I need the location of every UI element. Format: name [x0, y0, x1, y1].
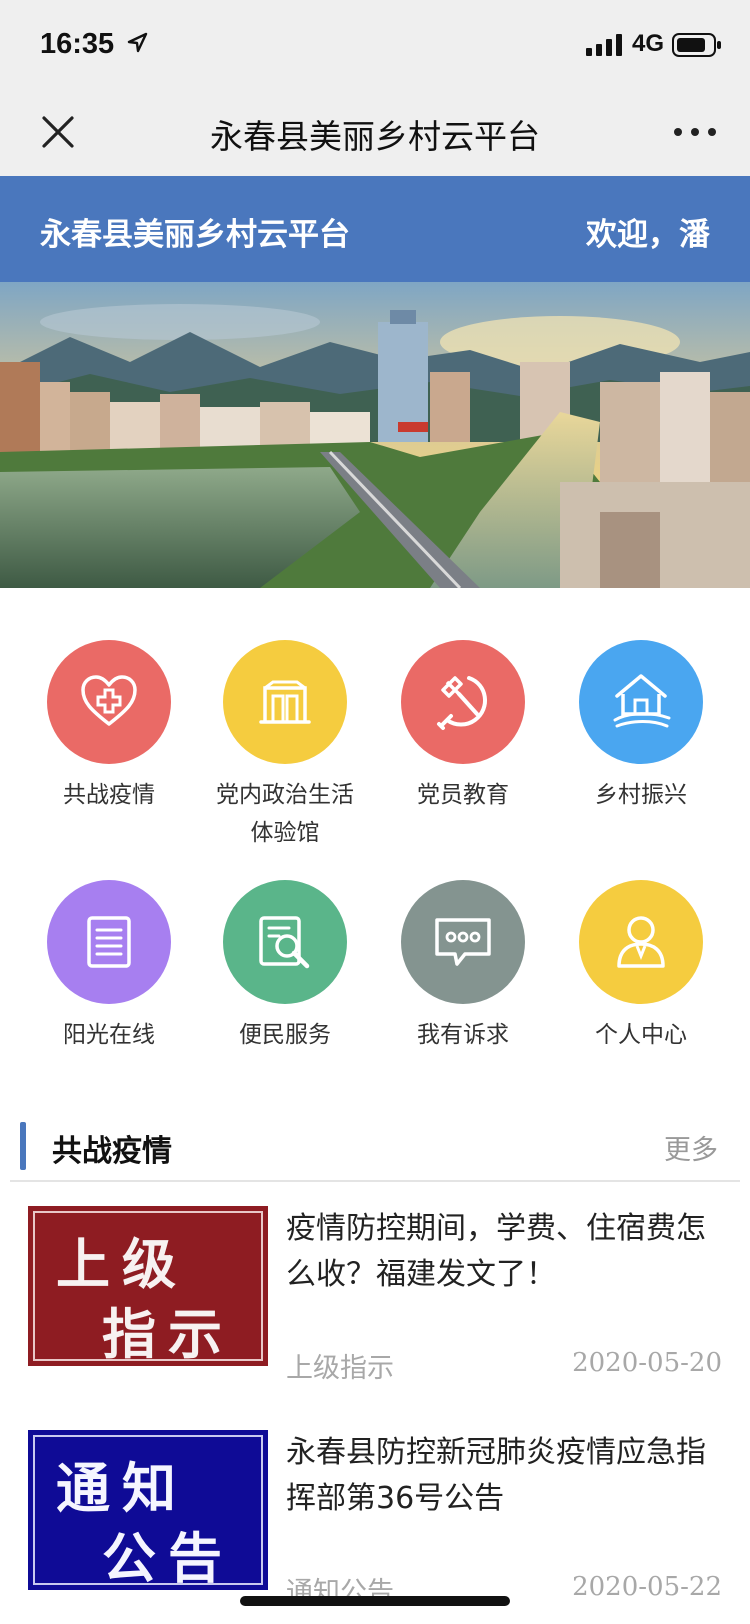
grid-item-appeal[interactable]: 我有诉求: [374, 880, 552, 1054]
house-icon: [613, 674, 671, 728]
section-accent-bar: [20, 1122, 26, 1170]
grid-item-label: 党内政治生活体验馆: [216, 782, 354, 846]
more-icon[interactable]: [670, 122, 720, 142]
person-icon: [617, 916, 665, 968]
city-landscape-image: [0, 282, 750, 588]
service-icon-circle: [223, 880, 347, 1004]
nav-title: 永春县美丽乡村云平台: [210, 117, 540, 156]
grid-item-label: 党员教育: [417, 782, 509, 808]
banner-image[interactable]: [0, 282, 750, 588]
home-indicator[interactable]: [240, 1596, 510, 1606]
epidemic-icon-circle: [47, 640, 171, 764]
sunshine-icon-circle: [47, 880, 171, 1004]
news-thumbnail: 通知 公告: [28, 1430, 268, 1590]
news-date: 2020-05-22: [572, 1572, 722, 1602]
search-doc-icon: [259, 916, 310, 969]
thumb-text-2: 公告: [102, 1526, 234, 1590]
grid-item-party-life[interactable]: 党内政治生活体验馆: [196, 640, 374, 852]
status-bar: 16:35 4G: [0, 0, 750, 90]
status-time: 16:35: [40, 28, 115, 60]
grid-item-label: 乡村振兴: [595, 782, 687, 808]
section-divider: [10, 1180, 740, 1182]
grid-item-label: 便民服务: [239, 1022, 331, 1048]
chat-icon: [435, 918, 491, 966]
grid-item-rural[interactable]: 乡村振兴: [552, 640, 730, 814]
news-thumbnail: 上级 指示: [28, 1206, 268, 1366]
section-header: 共战疫情 更多: [0, 1112, 750, 1180]
news-title[interactable]: 疫情防控期间，学费、住宿费怎么收？福建发文了！: [286, 1206, 716, 1298]
more-link[interactable]: 更多: [664, 1128, 718, 1167]
party-life-icon-circle: [223, 640, 347, 764]
welcome-text[interactable]: 欢迎，潘: [586, 209, 710, 254]
building-icon: [259, 680, 311, 724]
hammer-sickle-icon: [437, 676, 487, 730]
grid-item-label: 共战疫情: [63, 782, 155, 808]
grid-item-label: 阳光在线: [63, 1022, 155, 1048]
thumb-text-1: 通知: [56, 1456, 188, 1520]
thumb-text-2: 指示: [102, 1302, 234, 1366]
thumb-text-1: 上级: [56, 1232, 188, 1296]
party-education-icon-circle: [401, 640, 525, 764]
rural-icon-circle: [579, 640, 703, 764]
location-arrow-icon: [127, 32, 148, 53]
battery-icon: [672, 33, 721, 57]
grid-item-party-education[interactable]: 党员教育: [374, 640, 552, 814]
grid-item-sunshine[interactable]: 阳光在线: [20, 880, 198, 1054]
grid-item-service[interactable]: 便民服务: [196, 880, 374, 1054]
section-title: 共战疫情: [52, 1134, 172, 1169]
site-title: 永春县美丽乡村云平台: [40, 217, 350, 253]
appeal-icon-circle: [401, 880, 525, 1004]
heart-plus-icon: [81, 675, 137, 726]
grid-item-personal[interactable]: 个人中心: [552, 880, 730, 1054]
nav-bar: 永春县美丽乡村云平台: [0, 90, 750, 177]
site-header: 永春县美丽乡村云平台 欢迎，潘: [0, 176, 750, 282]
grid-item-epidemic[interactable]: 共战疫情: [20, 640, 198, 814]
news-category: 上级指示: [286, 1353, 394, 1384]
news-date: 2020-05-20: [572, 1348, 722, 1378]
document-icon: [87, 916, 131, 968]
personal-icon-circle: [579, 880, 703, 1004]
news-item[interactable]: 通知 公告 永春县防控新冠肺炎疫情应急指挥部第36号公告 通知公告 2020-0…: [0, 1430, 750, 1610]
news-title[interactable]: 永春县防控新冠肺炎疫情应急指挥部第36号公告: [286, 1430, 716, 1522]
grid-item-label: 个人中心: [595, 1022, 687, 1048]
network-type: 4G: [632, 30, 665, 57]
news-item[interactable]: 上级 指示 疫情防控期间，学费、住宿费怎么收？福建发文了！ 上级指示 2020-…: [0, 1206, 750, 1386]
grid-item-label: 我有诉求: [417, 1022, 509, 1048]
signal-icon: [586, 34, 622, 56]
